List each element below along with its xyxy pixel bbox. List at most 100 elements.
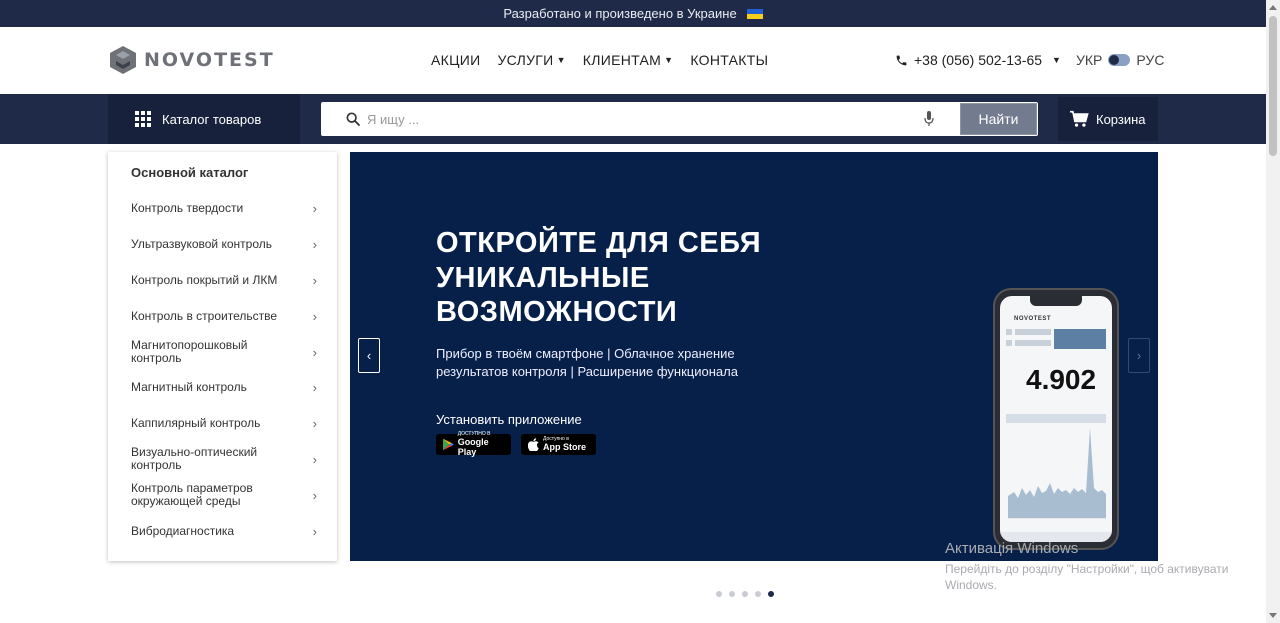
phone-dropdown[interactable]: +38 (056) 502-13-65 ▼ — [895, 52, 1061, 68]
lang-ukr[interactable]: УКР — [1076, 52, 1102, 68]
search-bar: Найти — [321, 102, 1038, 136]
novotest-logo-icon — [110, 46, 136, 74]
phone-status-box — [1054, 329, 1106, 349]
nav-item-contacts[interactable]: КОНТАКТЫ — [690, 52, 768, 68]
grid-menu-icon — [135, 111, 151, 127]
lang-rus[interactable]: РУС — [1136, 52, 1164, 68]
slider-next-button[interactable]: › — [1128, 338, 1150, 373]
sidebar-item-label: Визуально-оптический контроль — [131, 445, 258, 473]
language-toggle[interactable] — [1108, 54, 1131, 66]
main-nav: АКЦИИ УСЛУГИ ▼ КЛИЕНТАМ ▼ КОНТАКТЫ — [431, 52, 768, 68]
chevron-right-icon: › — [1136, 348, 1142, 363]
sidebar-item-label: Вибродиагностика — [131, 523, 235, 538]
nav-item-promotions[interactable]: АКЦИИ — [431, 52, 480, 68]
app-store-label: App Store — [543, 442, 587, 452]
find-button[interactable]: Найти — [960, 103, 1037, 135]
sidebar-item-label: Магнитный контроль — [131, 380, 247, 395]
slider-dot[interactable] — [742, 591, 748, 597]
sidebar-item-coatings[interactable]: Контроль покрытий и ЛКМ › — [108, 263, 337, 299]
site-logo[interactable]: NOVOTEST — [108, 45, 275, 75]
sidebar-item-ultrasonic[interactable]: Ультразвуковой контроль › — [108, 227, 337, 263]
catalog-button[interactable]: Каталог товаров — [108, 94, 300, 144]
sidebar-item-label: Ультразвуковой контроль — [131, 237, 272, 252]
sidebar-item-environment[interactable]: Контроль параметров окружающей среды › — [108, 477, 337, 513]
catalog-button-label: Каталог товаров — [162, 111, 262, 127]
phone-date-bar — [1006, 414, 1106, 423]
sidebar-item-label: Контроль покрытий и ЛКМ — [131, 272, 278, 287]
sidebar-item-capillary[interactable]: Каппилярный контроль › — [108, 406, 337, 442]
page-scrollbar[interactable] — [1266, 0, 1280, 623]
google-play-icon — [443, 438, 454, 451]
caret-down-icon: ▼ — [556, 55, 566, 65]
chevron-right-icon: › — [312, 308, 317, 324]
apple-icon — [528, 438, 539, 451]
chevron-right-icon: › — [312, 201, 317, 217]
headline-line: ВОЗМОЖНОСТИ — [436, 296, 678, 328]
sidebar-item-label: Каппилярный контроль — [131, 416, 261, 431]
toolbar-band: Каталог товаров Найти Корзина — [0, 94, 1266, 144]
slider-dot-active[interactable] — [768, 591, 774, 597]
search-icon — [346, 112, 360, 126]
windows-activation-title: Активація Windows — [945, 540, 1079, 557]
sidebar-item-magnetic[interactable]: Магнитный контроль › — [108, 370, 337, 406]
caret-down-icon: ▼ — [1052, 55, 1061, 65]
app-store-button[interactable]: Доступно в App Store — [521, 434, 596, 455]
sidebar-item-visual-optical[interactable]: Визуально-оптический контроль › — [108, 442, 337, 478]
sidebar-item-construction[interactable]: Контроль в строительстве › — [108, 298, 337, 334]
chevron-right-icon: › — [312, 451, 317, 467]
banner-subtitle: Прибор в твоём смартфоне | Облачное хран… — [436, 346, 738, 379]
sidebar-item-label: Контроль параметров окружающей среды — [131, 481, 253, 509]
phone-reading-value: 4.902 — [1026, 364, 1097, 395]
phone-screen: NOVOTEST 4.902 — [1000, 296, 1112, 542]
ukraine-flag-icon — [746, 8, 763, 19]
sidebar-item-hardness[interactable]: Контроль твердости › — [108, 191, 337, 227]
phone-chart-graphic — [1008, 428, 1106, 519]
sidebar-item-label: Контроль в строительстве — [131, 308, 278, 323]
top-announcement-bar: Разработано и произведено в Украине — [0, 0, 1266, 27]
slider-dot[interactable] — [755, 591, 761, 597]
chevron-right-icon: › — [312, 487, 317, 503]
nav-item-label: УСЛУГИ — [497, 52, 554, 68]
windows-activation-subtitle: Перейдіть до розділу "Настройки", щоб ак… — [945, 562, 1229, 592]
chevron-right-icon: › — [312, 416, 317, 432]
headline-line: ОТКРОЙТЕ ДЛЯ СЕБЯ — [436, 227, 762, 259]
phone-app-logo: NOVOTEST — [1014, 316, 1052, 322]
sidebar-item-vibration[interactable]: Вибродиагностика › — [108, 513, 337, 549]
nav-item-label: КОНТАКТЫ — [690, 52, 769, 68]
cart-button[interactable]: Корзина — [1058, 97, 1158, 141]
slider-dot[interactable] — [729, 591, 735, 597]
scrollbar-thumb[interactable] — [1269, 16, 1277, 156]
cart-label: Корзина — [1096, 111, 1146, 127]
cart-icon — [1070, 110, 1089, 127]
install-app-label: Установить приложение — [436, 412, 582, 427]
slider-dot[interactable] — [716, 591, 722, 597]
nav-item-services[interactable]: УСЛУГИ ▼ — [497, 52, 565, 68]
slider-prev-button[interactable]: ‹ — [358, 338, 380, 373]
site-header: NOVOTEST АКЦИИ УСЛУГИ ▼ КЛИЕНТАМ ▼ КОНТА… — [0, 27, 1266, 94]
sidebar-title: Основной каталог — [131, 165, 249, 180]
nav-item-clients[interactable]: КЛИЕНТАМ ▼ — [583, 52, 674, 68]
microphone-icon[interactable] — [924, 111, 934, 127]
chevron-right-icon: › — [312, 272, 317, 288]
chevron-right-icon: › — [312, 380, 317, 396]
scroll-up-arrow-icon[interactable] — [1269, 5, 1277, 10]
sidebar-item-label: Магнитопорошковый контроль — [131, 338, 248, 366]
sidebar-item-magnetic-particle[interactable]: Магнитопорошковый контроль › — [108, 334, 337, 370]
search-input[interactable] — [367, 102, 927, 136]
nav-item-label: КЛИЕНТАМ — [582, 52, 662, 68]
caret-down-icon: ▼ — [664, 55, 674, 65]
smartphone-image: NOVOTEST 4.902 — [993, 288, 1119, 550]
phone-number: +38 (056) 502-13-65 — [914, 52, 1043, 68]
nav-item-label: АКЦИИ — [431, 52, 481, 68]
slider-pagination — [716, 591, 774, 597]
phone-icon — [896, 55, 907, 65]
announcement-text: Разработано и произведено в Украине — [503, 6, 737, 21]
chevron-right-icon: › — [312, 237, 317, 253]
headline-line: УНИКАЛЬНЫЕ — [436, 261, 650, 294]
banner-headline: ОТКРОЙТЕ ДЛЯ СЕБЯ УНИКАЛЬНЫЕ ВОЗМОЖНОСТИ — [436, 226, 761, 330]
chevron-left-icon: ‹ — [366, 348, 372, 363]
chevron-right-icon: › — [312, 344, 317, 360]
hero-banner[interactable]: ОТКРОЙТЕ ДЛЯ СЕБЯ УНИКАЛЬНЫЕ ВОЗМОЖНОСТИ… — [350, 152, 1158, 561]
scroll-down-arrow-icon[interactable] — [1269, 613, 1277, 618]
google-play-button[interactable]: ДОСТУПНО В Google Play — [436, 432, 511, 457]
